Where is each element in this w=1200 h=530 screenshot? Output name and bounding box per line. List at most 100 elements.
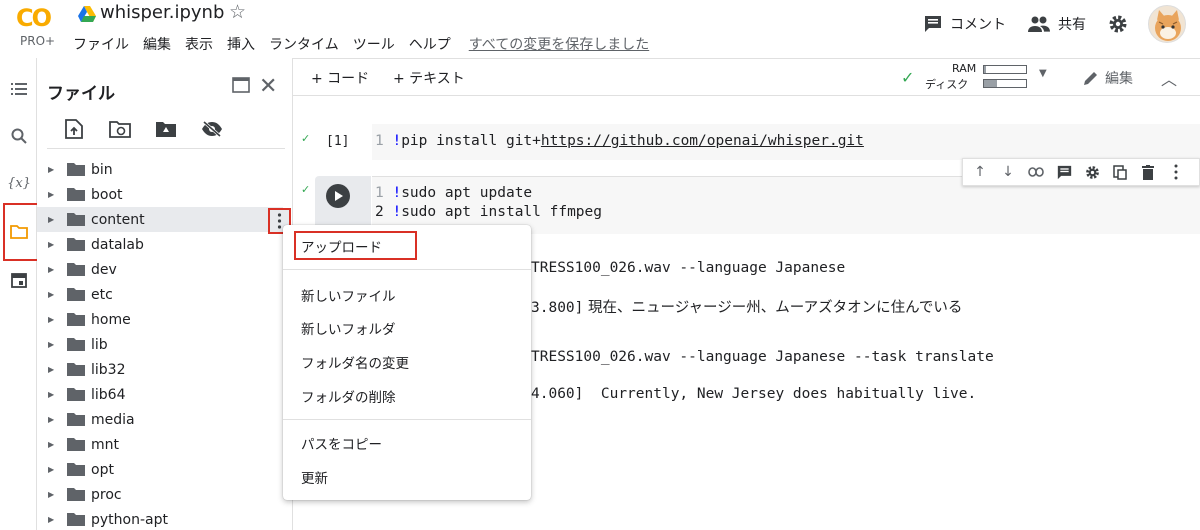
- tree-item-dev[interactable]: ▶ dev: [37, 257, 293, 282]
- share-button[interactable]: 共有: [1028, 14, 1086, 34]
- line-number: 1: [375, 133, 384, 149]
- variables-icon[interactable]: {x}: [7, 172, 31, 194]
- menu-item-rename-folder[interactable]: フォルダ名の変更: [301, 352, 409, 372]
- tree-item-home[interactable]: ▶ home: [37, 307, 293, 332]
- menu-item-delete-folder[interactable]: フォルダの削除: [301, 386, 396, 406]
- colab-logo[interactable]: CO PRO+: [14, 4, 62, 52]
- menu-item-new-file[interactable]: 新しいファイル: [301, 285, 396, 305]
- caret-down-icon[interactable]: ▼: [1039, 68, 1047, 79]
- expand-icon[interactable]: ▶: [48, 465, 54, 474]
- expand-icon[interactable]: ▶: [48, 515, 54, 524]
- tree-item-mnt[interactable]: ▶ mnt: [37, 432, 293, 457]
- calendar-icon[interactable]: [8, 269, 30, 291]
- tree-item-python-apt[interactable]: ▶ python-apt: [37, 507, 293, 530]
- settings-button[interactable]: [1108, 14, 1136, 34]
- menu-item-copy-path[interactable]: パスをコピー: [301, 433, 382, 453]
- notebook-title[interactable]: whisper.ipynb: [100, 2, 224, 23]
- gear-icon[interactable]: [1081, 161, 1103, 183]
- add-code-button[interactable]: + コード: [311, 68, 369, 88]
- menu-file[interactable]: ファイル: [73, 34, 129, 54]
- add-text-button[interactable]: + テキスト: [393, 68, 465, 88]
- close-icon[interactable]: ✕: [259, 74, 277, 99]
- hide-files-icon[interactable]: [199, 116, 225, 142]
- mirror-cell-icon[interactable]: [1109, 161, 1131, 183]
- folder-icon[interactable]: [8, 221, 30, 243]
- kebab-icon[interactable]: [1165, 161, 1187, 183]
- move-down-icon[interactable]: ↓: [997, 161, 1019, 183]
- menu-help[interactable]: ヘルプ: [409, 34, 451, 54]
- expand-icon[interactable]: ▶: [48, 265, 54, 274]
- menu-item-new-folder[interactable]: 新しいフォルダ: [301, 318, 396, 338]
- comment-icon: [925, 16, 941, 32]
- logo-sub: PRO+: [20, 34, 56, 48]
- code-cell[interactable]: ✓ [1] 1 !pip install git+https://github.…: [293, 122, 1200, 162]
- expand-icon[interactable]: ▶: [48, 290, 54, 299]
- toc-icon[interactable]: [8, 78, 30, 100]
- app-header: CO PRO+ whisper.ipynb ☆ ファイル 編集 表示 挿入 ラン…: [0, 0, 1200, 58]
- maximize-icon[interactable]: [232, 77, 250, 93]
- expand-icon[interactable]: ▶: [48, 190, 54, 199]
- search-icon[interactable]: [8, 125, 30, 147]
- tree-item-label: bin: [91, 161, 113, 178]
- upload-file-icon[interactable]: [61, 116, 87, 142]
- edit-button[interactable]: 編集: [1083, 68, 1133, 88]
- expand-icon[interactable]: ▶: [48, 490, 54, 499]
- expand-icon[interactable]: ▶: [48, 165, 54, 174]
- expand-icon[interactable]: ▶: [48, 240, 54, 249]
- menu-tools[interactable]: ツール: [353, 34, 395, 54]
- folder-icon: [67, 263, 85, 276]
- expand-icon[interactable]: ▶: [48, 340, 54, 349]
- folder-icon: [67, 238, 85, 251]
- run-cell-button[interactable]: [326, 184, 350, 208]
- tree-item-lib64[interactable]: ▶ lib64: [37, 382, 293, 407]
- menu-insert[interactable]: 挿入: [227, 34, 255, 54]
- tree-item-label: home: [91, 311, 131, 328]
- comment-icon[interactable]: [1053, 161, 1075, 183]
- tree-item-etc[interactable]: ▶ etc: [37, 282, 293, 307]
- collapse-header-icon[interactable]: ︿: [1161, 66, 1177, 90]
- expand-icon[interactable]: ▶: [48, 440, 54, 449]
- menu-item-upload[interactable]: アップロード: [301, 236, 382, 256]
- panel-title: ファイル: [47, 84, 115, 104]
- expand-icon[interactable]: ▶: [48, 315, 54, 324]
- gear-icon: [1109, 15, 1127, 33]
- tree-item-datalab[interactable]: ▶ datalab: [37, 232, 293, 257]
- tree-item-opt[interactable]: ▶ opt: [37, 457, 293, 482]
- delete-icon[interactable]: [1137, 161, 1159, 183]
- menu-item-refresh[interactable]: 更新: [301, 467, 328, 487]
- output-text: Currently, New Jersey does habitually li…: [600, 386, 977, 402]
- tree-item-proc[interactable]: ▶ proc: [37, 482, 293, 507]
- edit-label: 編集: [1105, 71, 1133, 87]
- star-icon[interactable]: ☆: [229, 1, 246, 23]
- divider: [47, 148, 285, 149]
- disk-label: ディスク: [925, 78, 969, 91]
- menu-edit[interactable]: 編集: [143, 34, 171, 54]
- code-editor[interactable]: 1 !pip install git+https://github.com/op…: [372, 124, 1200, 160]
- expand-icon[interactable]: ▶: [48, 215, 54, 224]
- tree-item-media[interactable]: ▶ media: [37, 407, 293, 432]
- menu-view[interactable]: 表示: [185, 34, 213, 54]
- ram-bar: [983, 65, 1027, 74]
- menu-runtime[interactable]: ランタイム: [269, 34, 339, 54]
- tree-item-boot[interactable]: ▶ boot: [37, 182, 293, 207]
- refresh-folder-icon[interactable]: [107, 116, 133, 142]
- tree-item-lib32[interactable]: ▶ lib32: [37, 357, 293, 382]
- ram-label: RAM: [952, 62, 977, 75]
- move-up-icon[interactable]: ↑: [969, 161, 991, 183]
- resource-monitor[interactable]: ✓ RAM ディスク ▼: [897, 62, 1057, 92]
- link-icon[interactable]: [1025, 161, 1047, 183]
- tree-item-bin[interactable]: ▶ bin: [37, 157, 293, 182]
- folder-icon: [67, 463, 85, 476]
- expand-icon[interactable]: ▶: [48, 390, 54, 399]
- avatar[interactable]: [1148, 5, 1186, 43]
- line-number: 2: [375, 204, 384, 220]
- save-status[interactable]: すべての変更を保存しました: [469, 34, 649, 54]
- mount-drive-icon[interactable]: [153, 116, 179, 142]
- folder-icon: [67, 188, 85, 201]
- comment-button[interactable]: コメント: [924, 14, 1006, 34]
- tree-item-content[interactable]: ▶ content: [37, 207, 283, 232]
- expand-icon[interactable]: ▶: [48, 365, 54, 374]
- expand-icon[interactable]: ▶: [48, 415, 54, 424]
- check-icon: ✓: [301, 132, 311, 145]
- tree-item-lib[interactable]: ▶ lib: [37, 332, 293, 357]
